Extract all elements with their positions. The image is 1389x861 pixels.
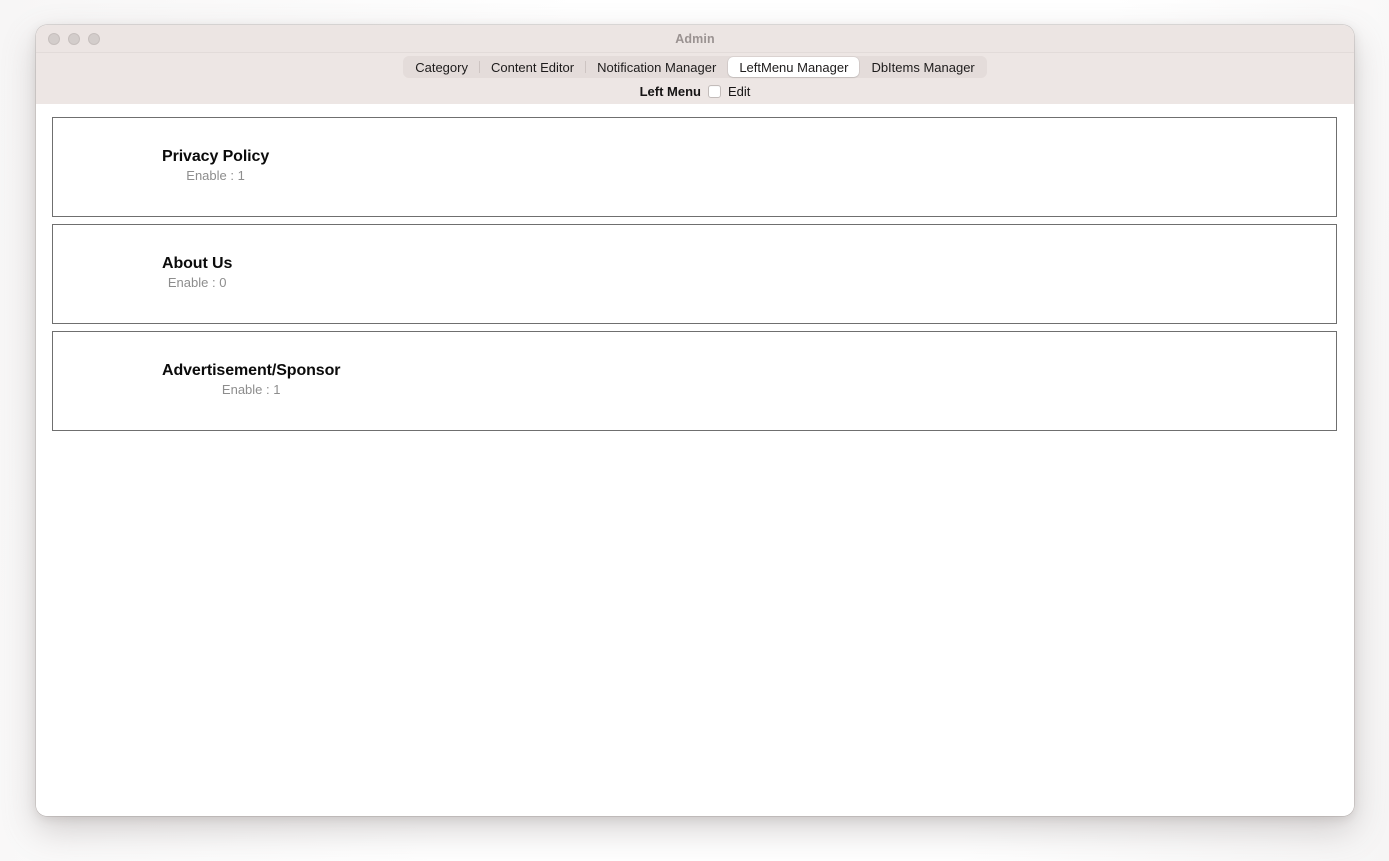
list-item[interactable]: Privacy Policy Enable : 1 [52,117,1337,217]
list-item[interactable]: About Us Enable : 0 [52,224,1337,324]
edit-checkbox-label[interactable]: Edit [728,84,750,99]
tab-dbitems-manager[interactable]: DbItems Manager [860,57,985,77]
tab-bar: Category Content Editor Notification Man… [403,56,987,78]
subheader-bar: Left Menu Edit [640,82,751,100]
tab-content-editor[interactable]: Content Editor [480,57,585,77]
list-item-enable-status: Enable : 1 [221,382,281,397]
list-item-enable-status: Enable : 0 [167,275,227,290]
window-title: Admin [675,31,715,46]
toolbar: Category Content Editor Notification Man… [36,53,1354,104]
tab-notification-manager[interactable]: Notification Manager [586,57,727,77]
edit-checkbox[interactable] [707,84,721,98]
list-item[interactable]: Advertisement/Sponsor Enable : 1 [52,331,1337,431]
admin-window: Admin Category Content Editor Notificati… [36,25,1354,816]
section-title: Left Menu [639,83,701,99]
list-item-title: Advertisement/Sponsor [162,362,341,379]
tab-category[interactable]: Category [404,57,479,77]
list-item-text: Advertisement/Sponsor Enable : 1 [162,361,340,398]
list-item-text: Privacy Policy Enable : 1 [162,147,269,184]
tab-leftmenu-manager[interactable]: LeftMenu Manager [728,57,860,77]
menu-item-list: Privacy Policy Enable : 1 About Us Enabl… [36,104,1354,816]
list-item-title: About Us [162,255,233,272]
list-item-enable-status: Enable : 1 [186,168,245,183]
desktop-background: Admin Category Content Editor Notificati… [0,0,1389,861]
window-titlebar: Admin [36,25,1354,53]
list-item-text: About Us Enable : 0 [162,254,232,291]
list-item-title: Privacy Policy [162,148,270,165]
